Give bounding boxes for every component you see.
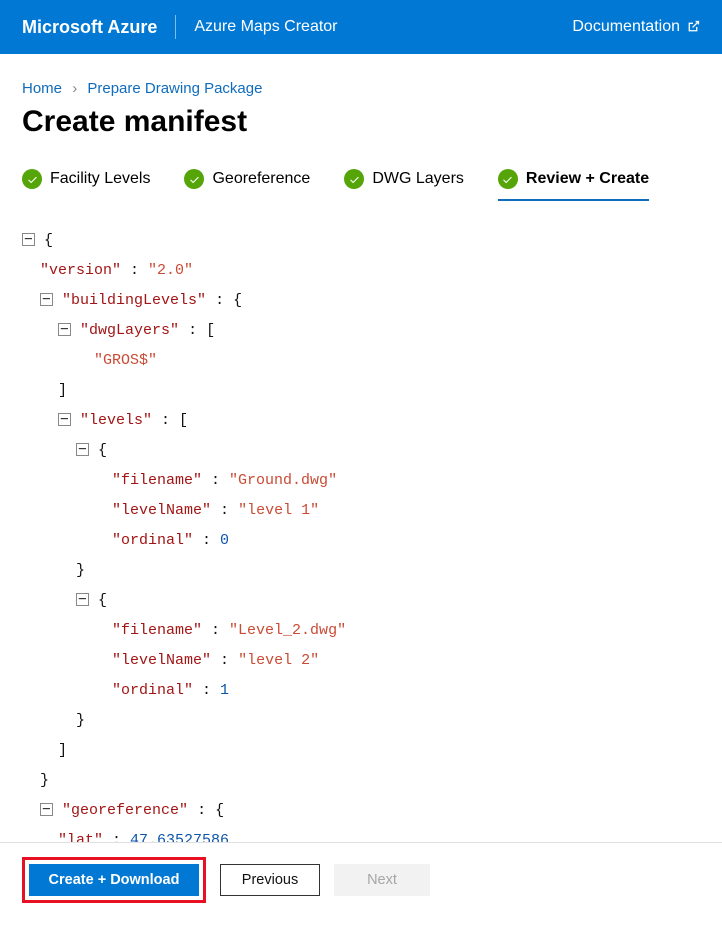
- tab-facility-levels[interactable]: Facility Levels: [22, 169, 150, 199]
- next-button: Next: [334, 864, 430, 896]
- json-key: "lat": [58, 832, 103, 842]
- json-key: "ordinal": [112, 682, 193, 699]
- tab-label: Review + Create: [526, 170, 649, 188]
- collapse-toggle[interactable]: −: [40, 803, 53, 816]
- collapse-toggle[interactable]: −: [76, 593, 89, 606]
- topbar: Microsoft Azure Azure Maps Creator Docum…: [0, 0, 722, 54]
- check-icon: [184, 169, 204, 189]
- json-key: "dwgLayers": [80, 322, 179, 339]
- check-icon: [22, 169, 42, 189]
- json-key: "georeference": [62, 802, 188, 819]
- check-icon: [344, 169, 364, 189]
- json-number: 1: [220, 682, 229, 699]
- json-key: "version": [40, 262, 121, 279]
- tab-dwg-layers[interactable]: DWG Layers: [344, 169, 464, 199]
- previous-button[interactable]: Previous: [220, 864, 320, 896]
- create-download-button[interactable]: Create + Download: [29, 864, 199, 896]
- json-key: "buildingLevels": [62, 292, 206, 309]
- json-string: "level 1": [238, 502, 319, 519]
- external-link-icon: [686, 20, 700, 34]
- collapse-toggle[interactable]: −: [40, 293, 53, 306]
- tab-label: Facility Levels: [50, 170, 150, 188]
- check-icon: [498, 169, 518, 189]
- documentation-label: Documentation: [572, 18, 680, 36]
- documentation-link[interactable]: Documentation: [572, 18, 700, 36]
- json-number: 0: [220, 532, 229, 549]
- topbar-divider: [175, 15, 176, 39]
- json-key: "levelName": [112, 502, 211, 519]
- step-tabs: Facility Levels Georeference DWG Layers …: [22, 169, 700, 200]
- collapse-toggle[interactable]: −: [22, 233, 35, 246]
- json-string: "Ground.dwg": [229, 472, 337, 489]
- json-string: "level 2": [238, 652, 319, 669]
- json-key: "levelName": [112, 652, 211, 669]
- tab-review-create[interactable]: Review + Create: [498, 169, 649, 201]
- collapse-toggle[interactable]: −: [58, 413, 71, 426]
- footer-actions: Create + Download Previous Next: [0, 843, 722, 917]
- breadcrumb-sep: ›: [72, 80, 77, 97]
- json-string: "2.0": [148, 262, 193, 279]
- app-name[interactable]: Azure Maps Creator: [194, 18, 337, 36]
- breadcrumb-home[interactable]: Home: [22, 80, 62, 97]
- json-string: "Level_2.dwg": [229, 622, 346, 639]
- tab-label: DWG Layers: [372, 170, 464, 188]
- collapse-toggle[interactable]: −: [76, 443, 89, 456]
- tab-label: Georeference: [212, 170, 310, 188]
- json-key: "levels": [80, 412, 152, 429]
- json-key: "ordinal": [112, 532, 193, 549]
- json-key: "filename": [112, 622, 202, 639]
- json-number: 47.63527586: [130, 832, 229, 842]
- collapse-toggle[interactable]: −: [58, 323, 71, 336]
- breadcrumb: Home › Prepare Drawing Package: [22, 80, 700, 97]
- breadcrumb-prepare[interactable]: Prepare Drawing Package: [87, 80, 262, 97]
- brand-name[interactable]: Microsoft Azure: [22, 17, 157, 38]
- page-title: Create manifest: [22, 105, 700, 139]
- json-key: "filename": [112, 472, 202, 489]
- json-viewer: − { "version" : "2.0" − "buildingLevels"…: [22, 226, 700, 842]
- highlight-box: Create + Download: [22, 857, 206, 903]
- tab-georeference[interactable]: Georeference: [184, 169, 310, 199]
- json-string: "GROS$": [94, 352, 157, 369]
